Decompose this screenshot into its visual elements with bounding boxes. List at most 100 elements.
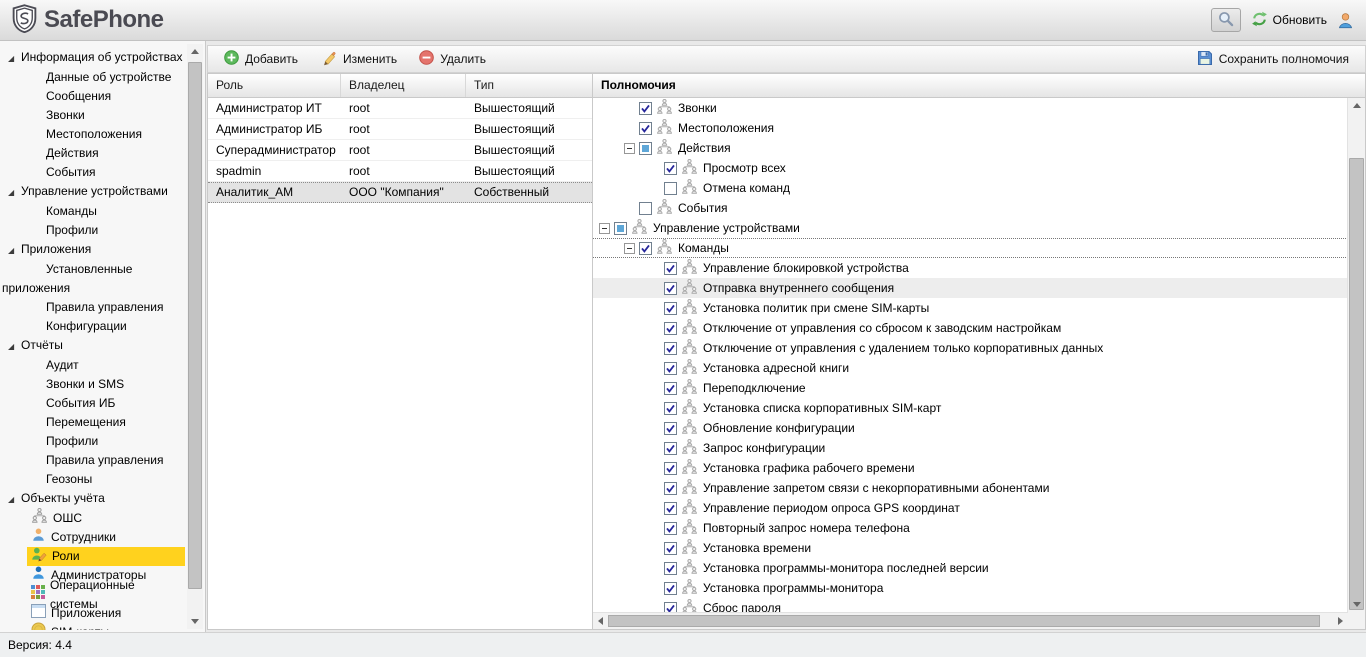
permission-row[interactable]: Переподключение: [593, 378, 1348, 398]
permission-checkbox[interactable]: [639, 202, 652, 215]
add-button[interactable]: Добавить: [216, 47, 306, 71]
permission-checkbox[interactable]: [664, 362, 677, 375]
permission-row[interactable]: Управление устройствами: [593, 218, 1348, 238]
permission-checkbox[interactable]: [664, 322, 677, 335]
permission-row[interactable]: Установка программы-монитора последней в…: [593, 558, 1348, 578]
scroll-up-arrow[interactable]: [1348, 98, 1365, 113]
permission-row[interactable]: Установка адресной книги: [593, 358, 1348, 378]
permission-checkbox[interactable]: [639, 102, 652, 115]
permission-row[interactable]: Отмена команд: [593, 178, 1348, 198]
sidebar-item[interactable]: Звонки: [0, 106, 185, 125]
sidebar-item[interactable]: Перемещения: [0, 413, 185, 432]
permission-checkbox[interactable]: [664, 302, 677, 315]
sidebar-item[interactable]: Правила управления: [0, 451, 185, 470]
sidebar-item[interactable]: Роли: [0, 547, 185, 566]
sidebar-scrollbar[interactable]: [187, 44, 203, 629]
sidebar-item[interactable]: Конфигурации: [0, 317, 185, 336]
sidebar-item[interactable]: Звонки и SMS: [0, 375, 185, 394]
sidebar-item[interactable]: Местоположения: [0, 125, 185, 144]
permission-row[interactable]: Запрос конфигурации: [593, 438, 1348, 458]
permission-row[interactable]: Установка политик при смене SIM-карты: [593, 298, 1348, 318]
sidebar-item[interactable]: SIM-карты: [0, 623, 185, 630]
table-row[interactable]: Аналитик_АМ ООО "Компания" Собственный: [208, 182, 592, 203]
sidebar-item[interactable]: События: [0, 163, 185, 182]
permission-row[interactable]: Отправка внутреннего сообщения: [593, 278, 1348, 298]
sidebar-item[interactable]: Профили: [0, 432, 185, 451]
permission-row[interactable]: Отключение от управления с удалением тол…: [593, 338, 1348, 358]
collapse-toggle-icon[interactable]: [599, 223, 610, 234]
delete-button[interactable]: Удалить: [411, 47, 494, 71]
sidebar-item[interactable]: Профили: [0, 221, 185, 240]
permission-row[interactable]: Установка времени: [593, 538, 1348, 558]
sidebar-item[interactable]: Сотрудники: [0, 528, 185, 547]
permission-checkbox[interactable]: [664, 542, 677, 555]
scroll-down-arrow[interactable]: [187, 614, 203, 629]
permission-row[interactable]: События: [593, 198, 1348, 218]
permission-row[interactable]: Просмотр всех: [593, 158, 1348, 178]
permission-row[interactable]: Управление запретом связи с некорпоратив…: [593, 478, 1348, 498]
permission-checkbox[interactable]: [664, 562, 677, 575]
sidebar-item[interactable]: Установленные приложения: [0, 260, 185, 298]
permission-row[interactable]: Установка графика рабочего времени: [593, 458, 1348, 478]
collapse-toggle-icon[interactable]: [624, 243, 635, 254]
permission-checkbox[interactable]: [664, 482, 677, 495]
sidebar-item[interactable]: События ИБ: [0, 394, 185, 413]
permission-checkbox[interactable]: [664, 182, 677, 195]
sidebar-item[interactable]: Сообщения: [0, 87, 185, 106]
permission-row[interactable]: Установка программы-монитора: [593, 578, 1348, 598]
permission-row[interactable]: Управление блокировкой устройства: [593, 258, 1348, 278]
scroll-right-arrow[interactable]: [1333, 613, 1348, 629]
sidebar-group[interactable]: ◢Объекты учёта: [0, 489, 185, 509]
scrollbar-thumb[interactable]: [188, 62, 202, 589]
sidebar-item[interactable]: Правила управления: [0, 298, 185, 317]
sidebar-group[interactable]: ◢Отчёты: [0, 336, 185, 356]
permission-checkbox[interactable]: [664, 262, 677, 275]
column-header-owner[interactable]: Владелец: [341, 74, 466, 97]
sidebar-item[interactable]: ОШС: [0, 509, 185, 528]
permission-row[interactable]: Управление периодом опроса GPS координат: [593, 498, 1348, 518]
permission-checkbox[interactable]: [664, 582, 677, 595]
table-row[interactable]: Администратор ИТ root Вышестоящий: [208, 98, 592, 119]
table-row[interactable]: Суперадминистратор root Вышестоящий: [208, 140, 592, 161]
column-header-role[interactable]: Роль: [208, 74, 341, 97]
permission-row[interactable]: Установка списка корпоративных SIM-карт: [593, 398, 1348, 418]
permission-checkbox[interactable]: [664, 442, 677, 455]
permission-checkbox[interactable]: [639, 242, 652, 255]
permission-checkbox[interactable]: [664, 602, 677, 613]
sidebar-item[interactable]: Действия: [0, 144, 185, 163]
refresh-button[interactable]: Обновить: [1251, 11, 1327, 30]
collapse-toggle-icon[interactable]: [624, 143, 635, 154]
permission-row[interactable]: Действия: [593, 138, 1348, 158]
permission-checkbox[interactable]: [664, 522, 677, 535]
permission-checkbox[interactable]: [664, 422, 677, 435]
search-button[interactable]: [1211, 8, 1241, 32]
scroll-left-arrow[interactable]: [593, 613, 608, 629]
permission-row[interactable]: Обновление конфигурации: [593, 418, 1348, 438]
permission-checkbox[interactable]: [664, 342, 677, 355]
permission-row[interactable]: Команды: [593, 238, 1348, 258]
permission-row[interactable]: Повторный запрос номера телефона: [593, 518, 1348, 538]
permissions-horizontal-scrollbar[interactable]: [593, 612, 1348, 629]
permissions-vertical-scrollbar[interactable]: [1347, 98, 1365, 612]
column-header-type[interactable]: Тип: [466, 74, 592, 97]
save-permissions-button[interactable]: Сохранить полномочия: [1189, 47, 1357, 72]
sidebar-group[interactable]: ◢Управление устройствами: [0, 182, 185, 202]
permission-checkbox[interactable]: [664, 382, 677, 395]
sidebar-item[interactable]: Команды: [0, 202, 185, 221]
sidebar-group[interactable]: ◢Информация об устройствах: [0, 48, 185, 68]
permission-checkbox[interactable]: [664, 502, 677, 515]
permission-row[interactable]: Звонки: [593, 98, 1348, 118]
scroll-up-arrow[interactable]: [187, 44, 203, 59]
sidebar-item[interactable]: Операционные системы: [0, 585, 185, 604]
edit-button[interactable]: Изменить: [312, 47, 405, 72]
scrollbar-thumb[interactable]: [608, 615, 1320, 627]
user-icon[interactable]: [1337, 12, 1354, 29]
permission-checkbox[interactable]: [639, 122, 652, 135]
table-row[interactable]: Администратор ИБ root Вышестоящий: [208, 119, 592, 140]
table-row[interactable]: spadmin root Вышестоящий: [208, 161, 592, 182]
scrollbar-thumb[interactable]: [1349, 158, 1364, 610]
sidebar-item[interactable]: Геозоны: [0, 470, 185, 489]
sidebar-item[interactable]: Аудит: [0, 356, 185, 375]
sidebar-group[interactable]: ◢Приложения: [0, 240, 185, 260]
permission-row[interactable]: Местоположения: [593, 118, 1348, 138]
